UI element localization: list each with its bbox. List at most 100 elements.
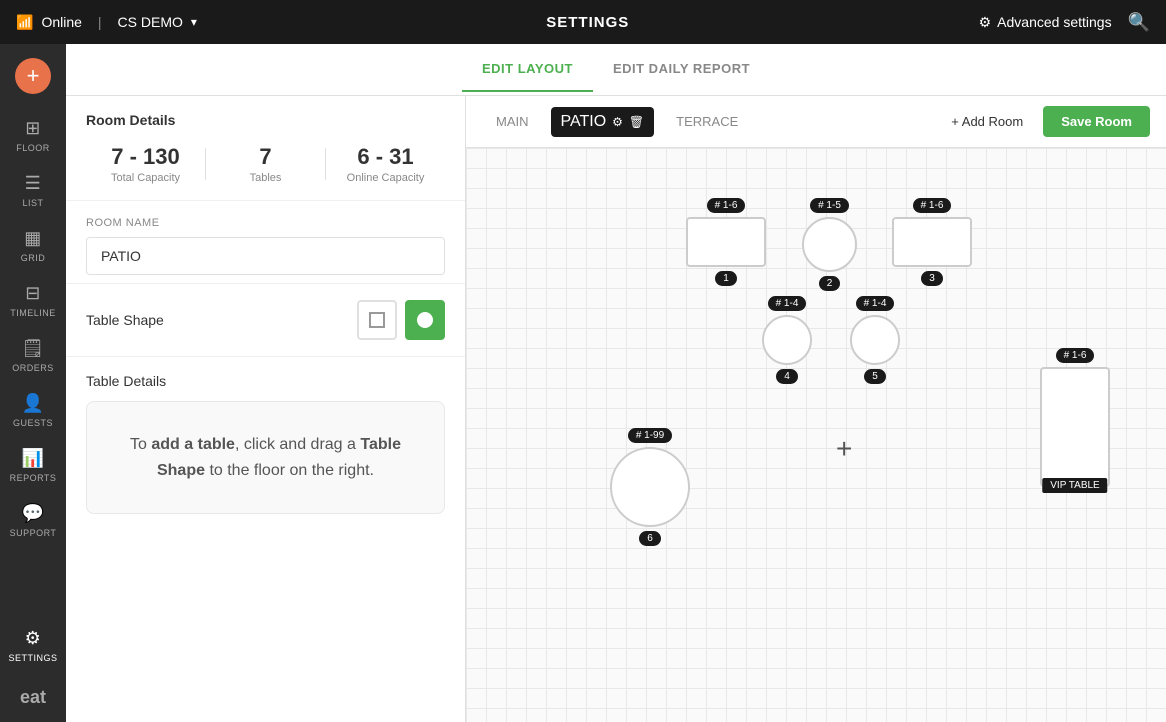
- stat-total-capacity: 7 - 130 Total Capacity: [86, 144, 205, 184]
- online-capacity-label: Online Capacity: [326, 172, 445, 184]
- room-name-section: ROOM NAME: [66, 201, 465, 283]
- sidebar-item-guests[interactable]: 👤 GUESTS: [0, 383, 66, 438]
- room-details-header: Room Details: [66, 96, 465, 136]
- table-3-number: 3: [921, 271, 943, 286]
- stat-online-capacity: 6 - 31 Online Capacity: [326, 144, 445, 184]
- add-button[interactable]: +: [15, 58, 51, 94]
- room-name-label: ROOM NAME: [86, 217, 445, 229]
- list-icon: ☰: [25, 173, 42, 194]
- total-capacity-value: 7 - 130: [86, 144, 205, 170]
- patio-settings-icon[interactable]: ⚙: [612, 115, 623, 129]
- add-table-hint: To add a table, click and drag a Table S…: [86, 401, 445, 514]
- eat-label: eat: [8, 673, 57, 722]
- room-tab-patio[interactable]: PATIO ⚙ 🗑: [551, 107, 655, 137]
- demo-name[interactable]: CS DEMO: [118, 14, 183, 30]
- table-4-number: 4: [776, 369, 798, 384]
- table-details-section: Table Details To add a table, click and …: [66, 356, 465, 530]
- table-2[interactable]: # 1-5 2: [802, 198, 857, 291]
- table-2-label: # 1-5: [810, 198, 849, 213]
- grid-icon: ▦: [24, 228, 42, 249]
- vip-label: VIP TABLE: [1042, 478, 1107, 493]
- main-layout: + ⊞ FLOOR ☰ LIST ▦ GRID ⊟ TIMELINE 🗒 ORD…: [0, 44, 1166, 722]
- tables-label: Tables: [206, 172, 325, 184]
- status-label: Online: [41, 14, 81, 30]
- table-details-label: Table Details: [86, 373, 445, 389]
- table-1[interactable]: # 1-6 1: [686, 198, 766, 286]
- floor-toolbar: MAIN PATIO ⚙ 🗑 TERRACE + Add Room Save R…: [466, 96, 1166, 148]
- square-icon: [369, 312, 385, 328]
- table-3[interactable]: # 1-6 3: [892, 198, 972, 286]
- sidebar-item-settings[interactable]: ⚙ SETTINGS: [8, 618, 57, 673]
- support-icon: 💬: [22, 503, 45, 524]
- circle-icon: [417, 312, 433, 328]
- sidebar-item-grid[interactable]: ▦ GRID: [0, 218, 66, 273]
- online-capacity-value: 6 - 31: [326, 144, 445, 170]
- search-icon[interactable]: 🔍: [1128, 12, 1150, 33]
- table-5[interactable]: # 1-4 5: [850, 296, 900, 384]
- room-layout: Room Details 7 - 130 Total Capacity 7 Ta…: [66, 96, 1166, 722]
- advanced-settings-button[interactable]: ⚙ Advanced settings: [979, 14, 1112, 31]
- table-7-label: # 1-6: [1056, 348, 1095, 363]
- shape-circle-button[interactable]: [405, 300, 445, 340]
- table-2-number: 2: [819, 276, 841, 291]
- table-2-shape[interactable]: [802, 217, 857, 272]
- sidebar-bottom: ⚙ SETTINGS eat: [8, 618, 57, 722]
- tab-edit-layout[interactable]: EDIT LAYOUT: [462, 47, 593, 92]
- sidebar-item-list[interactable]: ☰ LIST: [0, 163, 66, 218]
- table-1-label: # 1-6: [707, 198, 746, 213]
- orders-icon: 🗒: [21, 338, 44, 359]
- table-1-number: 1: [715, 271, 737, 286]
- table-5-number: 5: [864, 369, 886, 384]
- top-bar-left: 📶 Online | CS DEMO ▾: [16, 14, 197, 31]
- top-bar: 📶 Online | CS DEMO ▾ SETTINGS ⚙ Advanced…: [0, 0, 1166, 44]
- table-3-label: # 1-6: [913, 198, 952, 213]
- shape-options: [357, 300, 445, 340]
- table-5-shape[interactable]: [850, 315, 900, 365]
- table-4-label: # 1-4: [768, 296, 807, 311]
- sidebar-item-timeline[interactable]: ⊟ TIMELINE: [0, 273, 66, 328]
- settings-icon: ⚙: [25, 628, 42, 649]
- table-5-label: # 1-4: [856, 296, 895, 311]
- sidebar-item-orders[interactable]: 🗒 ORDERS: [0, 328, 66, 383]
- tables-value: 7: [206, 144, 325, 170]
- table-6-shape[interactable]: [610, 447, 690, 527]
- save-room-button[interactable]: Save Room: [1043, 106, 1150, 137]
- table-shape-section: Table Shape: [66, 283, 465, 356]
- wifi-icon: 📶: [16, 14, 33, 31]
- tabs-bar: EDIT LAYOUT EDIT DAILY REPORT: [66, 44, 1166, 96]
- table-3-shape[interactable]: [892, 217, 972, 267]
- total-capacity-label: Total Capacity: [86, 172, 205, 184]
- content-area: EDIT LAYOUT EDIT DAILY REPORT Room Detai…: [66, 44, 1166, 722]
- add-room-button[interactable]: + Add Room: [939, 108, 1035, 135]
- table-6-label: # 1-99: [628, 428, 672, 443]
- table-4[interactable]: # 1-4 4: [762, 296, 812, 384]
- room-tab-main[interactable]: MAIN: [482, 106, 543, 137]
- table-shape-label: Table Shape: [86, 312, 164, 328]
- sidebar-item-support[interactable]: 💬 SUPPORT: [0, 493, 66, 548]
- patio-delete-icon[interactable]: 🗑: [629, 115, 644, 129]
- table-7-shape[interactable]: [1040, 367, 1110, 487]
- floor-icon: ⊞: [25, 118, 41, 139]
- table-6-number: 6: [639, 531, 661, 546]
- sidebar: + ⊞ FLOOR ☰ LIST ▦ GRID ⊟ TIMELINE 🗒 ORD…: [0, 44, 66, 722]
- top-bar-right: ⚙ Advanced settings 🔍: [979, 12, 1150, 33]
- room-tab-terrace[interactable]: TERRACE: [662, 106, 752, 137]
- guests-icon: 👤: [22, 393, 45, 414]
- grid-canvas[interactable]: # 1-6 1 # 1-5 2 # 1-6 3: [466, 148, 1166, 722]
- add-table-plus-icon[interactable]: +: [836, 433, 852, 465]
- sidebar-item-reports[interactable]: 📊 REPORTS: [0, 438, 66, 493]
- room-stats: 7 - 130 Total Capacity 7 Tables 6 - 31 O…: [66, 136, 465, 201]
- shape-square-button[interactable]: [357, 300, 397, 340]
- table-4-shape[interactable]: [762, 315, 812, 365]
- tab-edit-daily-report[interactable]: EDIT DAILY REPORT: [593, 47, 770, 92]
- table-7-vip[interactable]: # 1-6 VIP TABLE: [1040, 348, 1110, 487]
- reports-icon: 📊: [22, 448, 45, 469]
- table-6[interactable]: # 1-99 6: [610, 428, 690, 546]
- table-1-shape[interactable]: [686, 217, 766, 267]
- page-title: SETTINGS: [197, 14, 979, 31]
- floor-view: MAIN PATIO ⚙ 🗑 TERRACE + Add Room Save R…: [466, 96, 1166, 722]
- sidebar-item-floor[interactable]: ⊞ FLOOR: [0, 108, 66, 163]
- left-panel: Room Details 7 - 130 Total Capacity 7 Ta…: [66, 96, 466, 722]
- timeline-icon: ⊟: [25, 283, 41, 304]
- room-name-input[interactable]: [86, 237, 445, 275]
